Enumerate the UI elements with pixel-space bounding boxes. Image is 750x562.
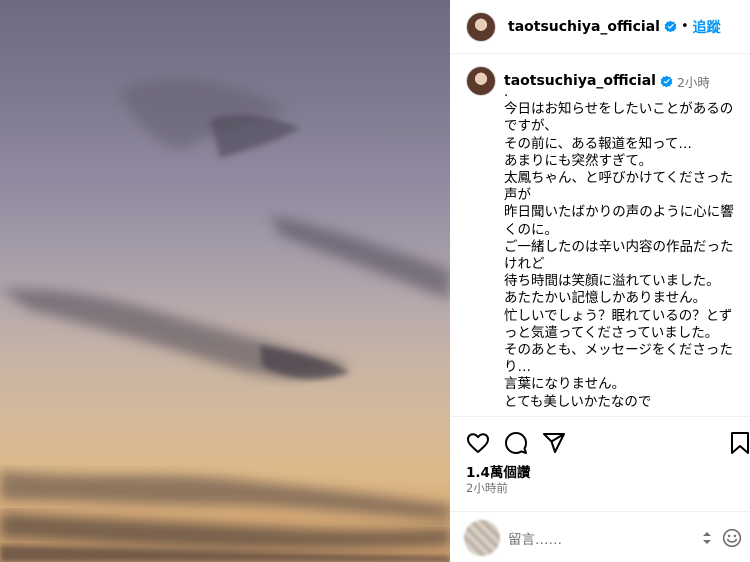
verified-badge-icon [660,75,673,87]
post-side-panel: taotsuchiya_official • 追蹤 taotsuchiya_of… [450,0,750,562]
paper-plane-icon[interactable] [542,431,566,455]
post-photo[interactable] [0,0,450,562]
emoji-icon[interactable] [722,528,742,548]
post-header: taotsuchiya_official • 追蹤 [450,0,750,54]
separator-dot: • [680,19,689,34]
likes-count[interactable]: 1.4萬個讚 [466,461,530,481]
caption-author-username[interactable]: taotsuchiya_official [504,73,656,89]
comment-bubble-icon[interactable] [504,431,528,455]
follow-button[interactable]: 追蹤 [693,17,721,37]
sunset-sky-clouds [0,79,450,562]
caption-time[interactable]: 2小時 [677,72,710,91]
post-timestamp[interactable]: 2小時前 [466,480,508,496]
verified-badge-icon [664,20,677,33]
caption-author-avatar[interactable] [466,66,496,96]
post-actions-section: 1.4萬個讚 2小時前 留言…… [450,416,750,562]
emoji-picker-icon[interactable] [700,530,714,546]
action-bar [466,431,750,455]
author-avatar[interactable] [466,11,496,42]
post-caption: taotsuchiya_official 2小時 . 今日はお知らせをしたいこと… [466,66,750,416]
viewer-avatar [464,519,500,556]
add-comment-row: 留言…… [450,511,750,562]
heart-icon[interactable] [466,431,490,455]
bookmark-icon[interactable] [730,431,750,455]
author-username[interactable]: taotsuchiya_official [508,19,660,35]
caption-text: . 今日はお知らせをしたいことがあるのですが、 その前に、ある報道を知って… あ… [504,84,734,410]
